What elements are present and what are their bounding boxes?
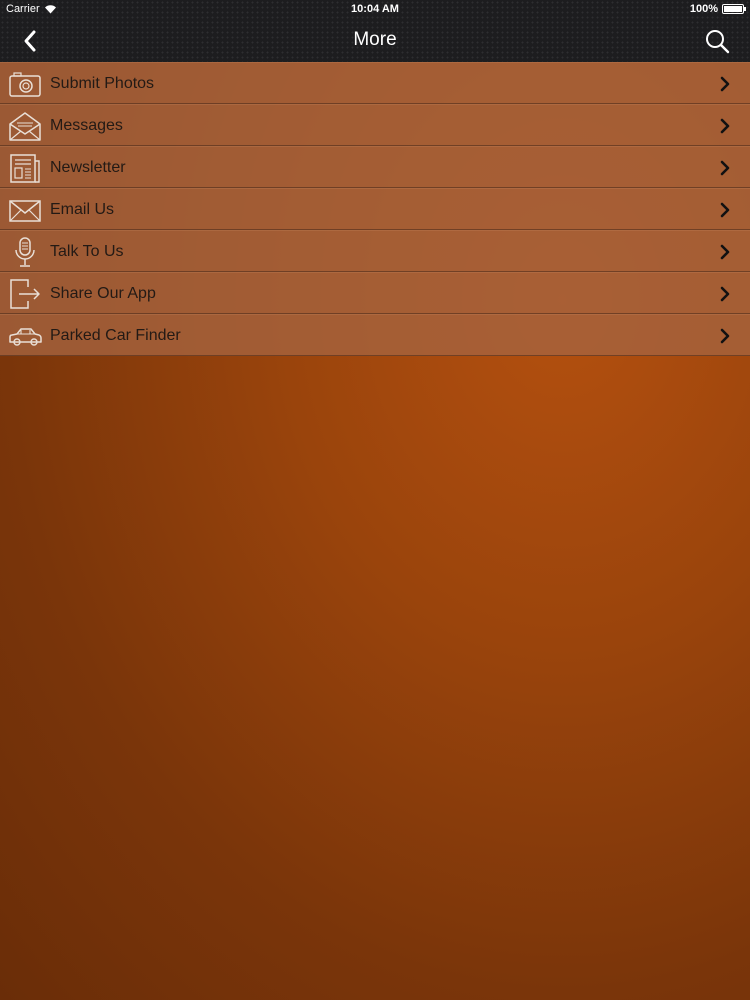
battery-icon [722, 4, 746, 14]
chevron-right-icon [718, 244, 732, 260]
chevron-right-icon [718, 160, 732, 176]
menu-item-label: Newsletter [50, 159, 126, 176]
menu-item-share-our-app[interactable]: Share Our App [0, 272, 750, 314]
microphone-icon [8, 236, 42, 268]
chevron-right-icon [718, 76, 732, 92]
status-time: 10:04 AM [351, 3, 399, 15]
top-bar: Carrier 10:04 AM 100% More [0, 0, 750, 62]
share-icon [8, 278, 42, 310]
status-bar: Carrier 10:04 AM 100% [0, 0, 750, 20]
envelope-open-icon [8, 110, 42, 142]
battery-percent: 100% [689, 3, 718, 15]
menu-item-label: Talk To Us [50, 243, 124, 260]
menu-item-parked-car-finder[interactable]: Parked Car Finder [0, 314, 750, 356]
menu-item-submit-photos[interactable]: Submit Photos [0, 62, 750, 104]
camera-icon [8, 68, 42, 100]
chevron-right-icon [718, 118, 732, 134]
navigation-bar: More [0, 20, 750, 62]
search-icon[interactable] [704, 28, 730, 54]
menu-item-email-us[interactable]: Email Us [0, 188, 750, 230]
menu-item-talk-to-us[interactable]: Talk To Us [0, 230, 750, 272]
menu-item-label: Parked Car Finder [50, 327, 181, 344]
menu-item-label: Email Us [50, 201, 115, 218]
more-menu: Submit Photos Messages Newsletter Email … [0, 62, 750, 356]
chevron-right-icon [718, 286, 732, 302]
menu-item-label: Messages [50, 117, 123, 134]
menu-item-newsletter[interactable]: Newsletter [0, 146, 750, 188]
page-title: More [353, 29, 397, 50]
menu-item-label: Submit Photos [50, 75, 155, 92]
chevron-right-icon [718, 202, 732, 218]
mail-icon [8, 194, 42, 226]
menu-item-messages[interactable]: Messages [0, 104, 750, 146]
newspaper-icon [8, 152, 42, 184]
menu-item-label: Share Our App [50, 285, 156, 302]
car-icon [8, 320, 42, 352]
chevron-right-icon [718, 328, 732, 344]
